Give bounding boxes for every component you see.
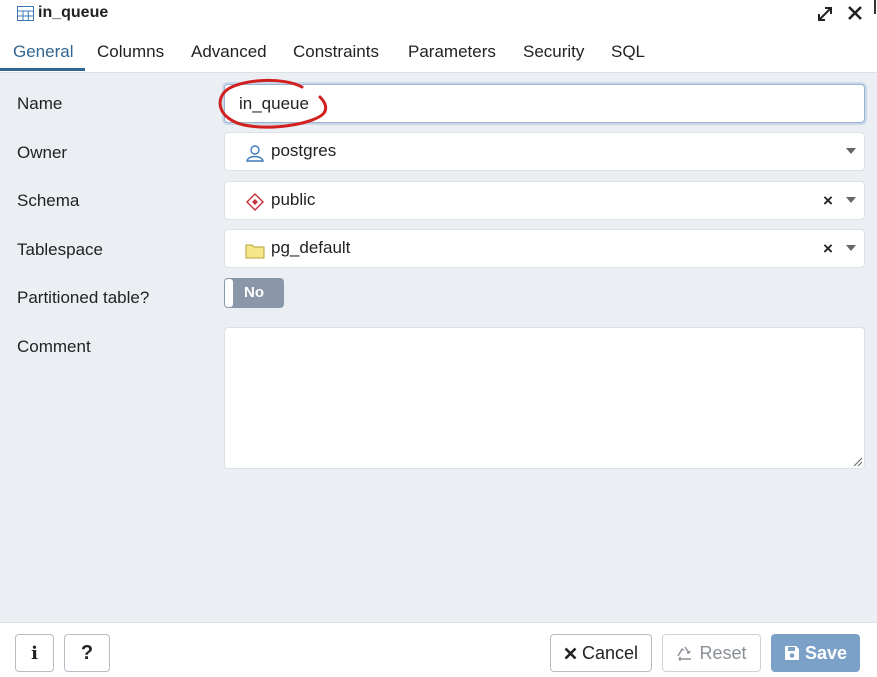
recycle-icon bbox=[677, 646, 692, 661]
table-icon bbox=[17, 6, 34, 21]
tab-sql[interactable]: SQL bbox=[611, 42, 645, 62]
toggle-state-label: No bbox=[244, 284, 264, 301]
dialog-title: in_queue bbox=[38, 4, 109, 21]
close-icon[interactable] bbox=[847, 5, 863, 21]
tab-columns[interactable]: Columns bbox=[97, 42, 164, 62]
schema-clear-icon[interactable]: × bbox=[823, 191, 833, 211]
dialog-footer: i ? Cancel Reset Save bbox=[0, 622, 877, 677]
toggle-knob bbox=[225, 279, 233, 307]
dialog-titlebar: in_queue bbox=[0, 0, 877, 30]
tablespace-dropdown-caret-icon[interactable] bbox=[846, 245, 856, 251]
resize-grip-icon[interactable] bbox=[852, 456, 863, 467]
tablespace-clear-icon[interactable]: × bbox=[823, 239, 833, 259]
active-tab-indicator bbox=[0, 68, 85, 71]
save-floppy-icon bbox=[784, 646, 799, 660]
tab-advanced[interactable]: Advanced bbox=[191, 42, 267, 62]
save-button[interactable]: Save bbox=[771, 634, 860, 672]
info-icon: i bbox=[31, 642, 38, 664]
tab-parameters[interactable]: Parameters bbox=[408, 42, 496, 62]
comment-textarea[interactable] bbox=[225, 328, 864, 468]
tablespace-value: pg_default bbox=[271, 238, 351, 257]
cancel-x-icon bbox=[564, 647, 577, 659]
owner-dropdown-caret-icon[interactable] bbox=[846, 148, 856, 154]
reset-button[interactable]: Reset bbox=[662, 634, 761, 672]
tab-bar: General Columns Advanced Constraints Par… bbox=[0, 34, 877, 73]
comment-field bbox=[224, 327, 865, 469]
tab-constraints[interactable]: Constraints bbox=[293, 42, 379, 62]
info-button[interactable]: i bbox=[15, 634, 54, 672]
schema-select[interactable]: public × bbox=[224, 181, 865, 220]
owner-label: Owner bbox=[17, 143, 68, 162]
comment-label: Comment bbox=[17, 337, 91, 356]
name-label: Name bbox=[17, 94, 63, 113]
cancel-button[interactable]: Cancel bbox=[550, 634, 652, 672]
cancel-label: Cancel bbox=[581, 642, 639, 663]
tablespace-label: Tablespace bbox=[17, 240, 104, 259]
owner-select[interactable]: postgres bbox=[224, 132, 865, 171]
help-button[interactable]: ? bbox=[64, 634, 110, 672]
window-edge bbox=[874, 0, 876, 14]
tablespace-select[interactable]: pg_default × bbox=[224, 229, 865, 268]
folder-icon bbox=[245, 244, 265, 259]
partitioned-toggle[interactable]: No bbox=[224, 278, 284, 308]
name-field bbox=[224, 84, 865, 123]
schema-label: Schema bbox=[17, 191, 80, 210]
reset-label: Reset bbox=[699, 642, 747, 663]
schema-diamond-icon bbox=[246, 193, 264, 211]
schema-dropdown-caret-icon[interactable] bbox=[846, 197, 856, 203]
name-input[interactable] bbox=[239, 93, 839, 115]
owner-value: postgres bbox=[271, 141, 337, 160]
partitioned-label: Partitioned table? bbox=[17, 288, 150, 307]
help-icon: ? bbox=[80, 641, 94, 664]
schema-value: public bbox=[271, 190, 316, 209]
save-label: Save bbox=[804, 642, 848, 663]
tab-general[interactable]: General bbox=[13, 42, 73, 62]
expand-icon[interactable] bbox=[816, 5, 834, 23]
tab-security[interactable]: Security bbox=[523, 42, 584, 62]
user-icon bbox=[246, 145, 264, 162]
